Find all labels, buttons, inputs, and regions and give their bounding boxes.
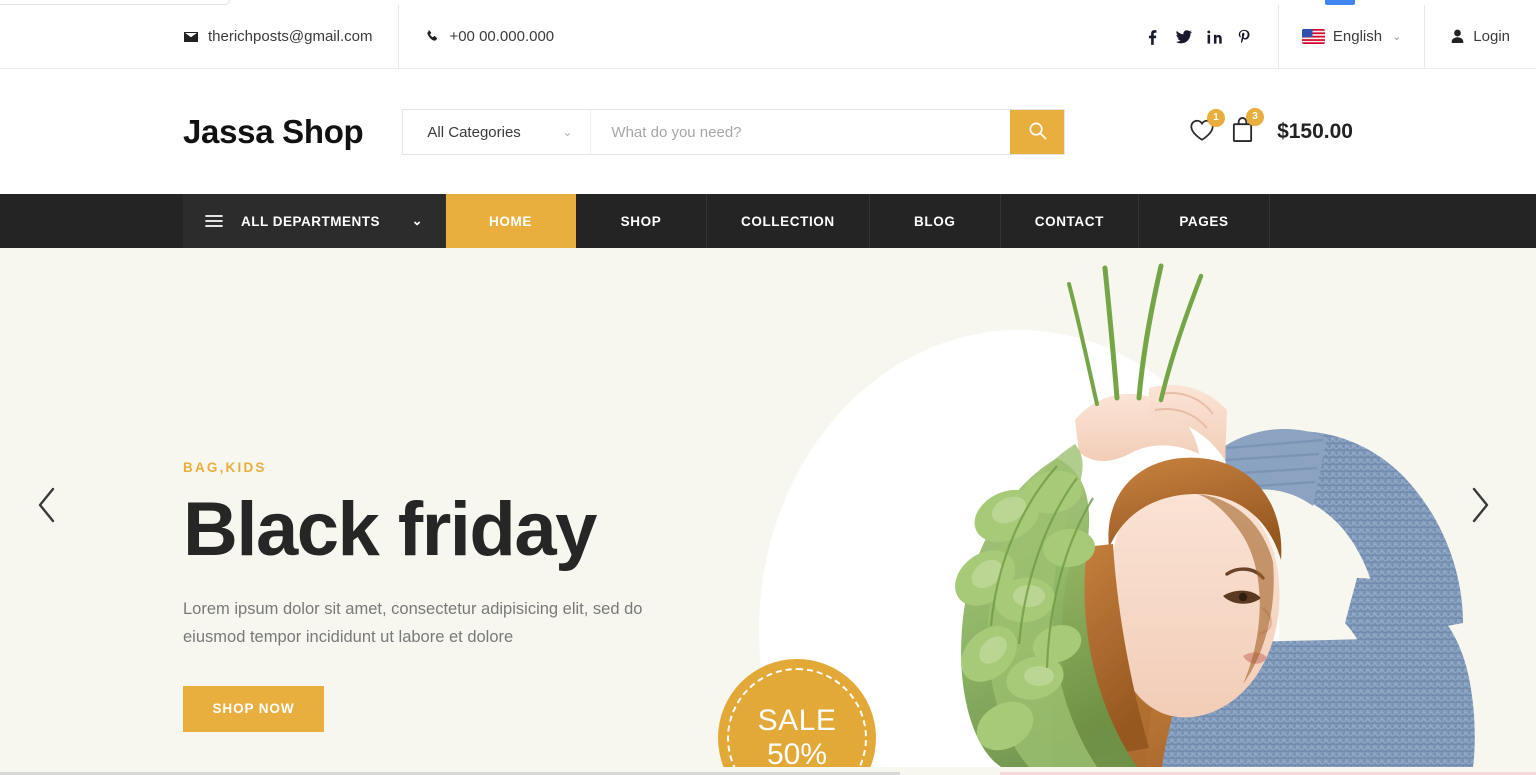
nav-item-collection[interactable]: COLLECTION <box>707 194 870 248</box>
nav-item-label: BLOG <box>914 213 956 229</box>
top-bar-right-group: English ⌄ Login <box>1118 4 1536 69</box>
search-icon <box>1028 121 1047 143</box>
category-select-label: All Categories <box>427 123 521 141</box>
facebook-icon[interactable] <box>1145 29 1160 45</box>
main-navigation: ALL DEPARTMENTS ⌄ HOME SHOP COLLECTION B… <box>0 194 1536 248</box>
language-selector[interactable]: English ⌄ <box>1279 4 1426 69</box>
wishlist-button[interactable]: 1 <box>1188 108 1226 148</box>
email-text: therichposts@gmail.com <box>208 28 373 45</box>
language-label: English <box>1332 28 1383 45</box>
hero-description: Lorem ipsum dolor sit amet, consectetur … <box>183 600 643 647</box>
social-links <box>1118 4 1279 69</box>
phone-icon <box>425 29 440 44</box>
nav-item-label: COLLECTION <box>741 213 835 229</box>
cart-total-amount: $150.00 <box>1277 120 1353 143</box>
search-button[interactable] <box>1010 110 1065 154</box>
cart-count-badge: 3 <box>1246 108 1265 126</box>
email-contact[interactable]: therichposts@gmail.com <box>183 4 400 69</box>
browser-tab-edge <box>0 0 230 5</box>
slider-next-button[interactable] <box>1457 485 1503 531</box>
hero-image <box>757 248 1536 767</box>
envelope-icon <box>183 29 199 45</box>
hamburger-icon <box>205 214 223 228</box>
wishlist-count-badge: 1 <box>1207 108 1226 127</box>
site-header: Jassa Shop All Categories ⌄ 1 <box>0 70 1536 194</box>
chevron-right-icon <box>1467 485 1493 530</box>
category-select[interactable]: All Categories ⌄ <box>403 110 592 154</box>
phone-contact[interactable]: +00 00.000.000 <box>399 5 580 69</box>
sale-badge-line1: SALE <box>757 704 837 738</box>
search-bar: All Categories ⌄ <box>402 109 1066 155</box>
pinterest-icon[interactable] <box>1237 29 1251 45</box>
hero-slider: BAG,KIDS Black friday Lorem ipsum dolor … <box>0 248 1536 767</box>
hero-content: BAG,KIDS Black friday Lorem ipsum dolor … <box>183 460 703 732</box>
nav-item-shop[interactable]: SHOP <box>576 194 707 248</box>
nav-item-contact[interactable]: CONTACT <box>1001 194 1139 248</box>
linkedin-icon[interactable] <box>1207 29 1222 45</box>
browser-badge <box>1325 0 1355 5</box>
chevron-left-icon <box>34 485 60 530</box>
shop-now-button[interactable]: SHOP NOW <box>183 685 324 732</box>
hero-model-illustration <box>955 263 1475 767</box>
next-section-edge <box>0 767 1536 775</box>
twitter-icon[interactable] <box>1175 29 1192 45</box>
chevron-down-icon: ⌄ <box>411 213 423 228</box>
nav-inner: ALL DEPARTMENTS ⌄ HOME SHOP COLLECTION B… <box>183 194 1270 248</box>
top-bar: therichposts@gmail.com +00 00.000.000 En… <box>0 4 1536 69</box>
nav-item-label: HOME <box>489 213 532 229</box>
nav-item-home[interactable]: HOME <box>445 194 576 248</box>
slider-prev-button[interactable] <box>24 485 70 531</box>
nav-item-label: SHOP <box>620 213 662 229</box>
nav-item-label: CONTACT <box>1034 213 1104 229</box>
nav-item-label: PAGES <box>1179 213 1229 229</box>
login-link[interactable]: Login <box>1425 5 1536 69</box>
top-bar-contact-group: therichposts@gmail.com +00 00.000.000 <box>183 4 580 69</box>
hero-title: Black friday <box>183 487 597 572</box>
site-logo[interactable]: Jassa Shop <box>183 113 364 151</box>
all-departments-label: ALL DEPARTMENTS <box>241 213 380 229</box>
all-departments-button[interactable]: ALL DEPARTMENTS ⌄ <box>183 194 445 248</box>
search-input[interactable] <box>591 110 1011 154</box>
user-icon <box>1451 29 1464 44</box>
nav-item-pages[interactable]: PAGES <box>1139 194 1270 248</box>
chevron-down-icon: ⌄ <box>1392 31 1402 43</box>
hero-category: BAG,KIDS <box>183 460 267 475</box>
sale-badge-line2: 50% <box>766 738 828 767</box>
us-flag-icon <box>1301 29 1325 44</box>
nav-item-blog[interactable]: BLOG <box>870 194 1001 248</box>
header-actions: 1 3 $150.00 <box>1188 108 1353 148</box>
phone-text: +00 00.000.000 <box>449 28 555 45</box>
browser-chrome-remnant <box>0 0 1536 5</box>
cart-button[interactable]: 3 <box>1230 108 1265 148</box>
login-label: Login <box>1473 28 1510 45</box>
chevron-down-icon: ⌄ <box>562 125 573 139</box>
